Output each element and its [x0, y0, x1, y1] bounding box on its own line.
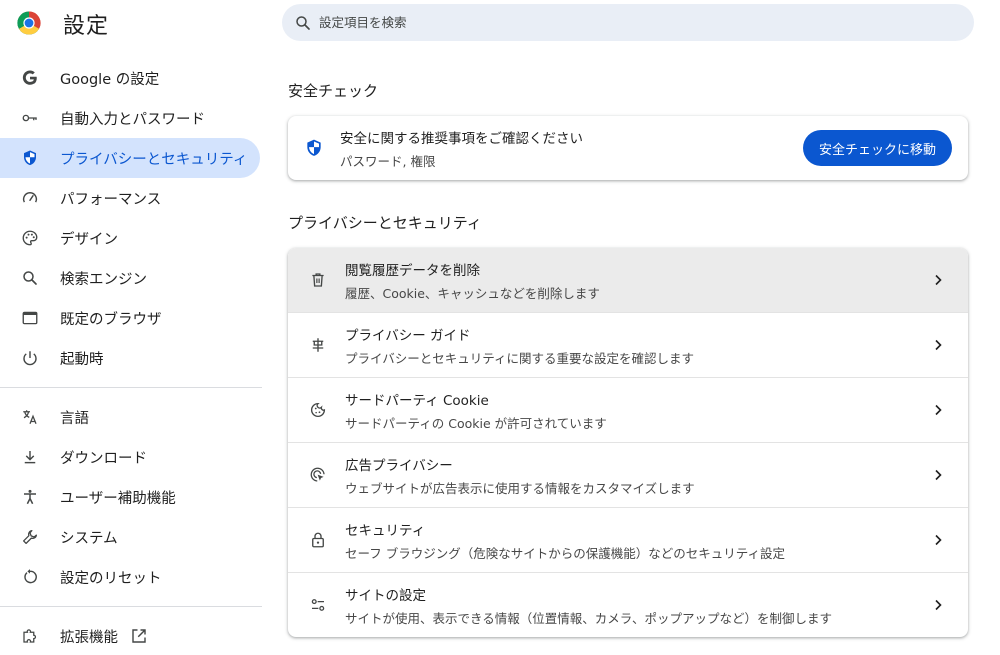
sidebar-divider — [0, 387, 262, 388]
third-party-cookies-row[interactable]: サードパーティ Cookie サードパーティの Cookie が許可されています — [288, 377, 968, 442]
privacy-card: 閲覧履歴データを削除 履歴、Cookie、キャッシュなどを削除します プライバシ… — [288, 248, 968, 637]
site-settings-row[interactable]: サイトの設定 サイトが使用、表示できる情報（位置情報、カメラ、ポップアップなど）… — [288, 572, 968, 637]
key-icon — [20, 108, 40, 128]
power-icon — [20, 348, 40, 368]
sidebar-item-label: 言語 — [60, 410, 89, 427]
site-settings-icon — [308, 595, 328, 615]
row-primary-text: 広告プライバシー — [345, 457, 453, 474]
lock-icon — [308, 530, 328, 550]
sidebar-item-label: プライバシーとセキュリティ — [60, 151, 248, 168]
row-secondary-text: プライバシーとセキュリティに関する重要な設定を確認します — [345, 350, 695, 366]
row-primary-text: セキュリティ — [345, 522, 426, 539]
chevron-right-icon — [928, 270, 948, 290]
trash-icon — [308, 270, 328, 290]
page-title: 設定 — [63, 14, 110, 39]
sidebar-item-label: Google の設定 — [60, 71, 160, 88]
row-primary-text: サードパーティ Cookie — [345, 392, 489, 409]
row-secondary-text: セーフ ブラウジング（危険なサイトからの保護機能）などのセキュリティ設定 — [345, 545, 785, 561]
sidebar-item-search-engine[interactable]: 検索エンジン — [0, 258, 260, 298]
translate-icon — [20, 407, 40, 427]
wrench-icon — [20, 527, 40, 547]
row-secondary-text: ウェブサイトが広告表示に使用する情報をカスタマイズします — [345, 480, 695, 496]
cookie-icon — [308, 400, 328, 420]
sidebar-item-performance[interactable]: パフォーマンス — [0, 178, 260, 218]
search-input[interactable] — [319, 15, 919, 30]
sidebar-item-default-browser[interactable]: 既定のブラウザ — [0, 298, 260, 338]
chevron-right-icon — [928, 335, 948, 355]
search-icon — [20, 268, 40, 288]
row-primary-text: プライバシー ガイド — [345, 327, 471, 344]
chevron-right-icon — [928, 595, 948, 615]
sidebar-item-label: ダウンロード — [60, 450, 147, 467]
chevron-right-icon — [928, 530, 948, 550]
sidebar-item-label: パフォーマンス — [60, 191, 162, 208]
palette-icon — [20, 228, 40, 248]
privacy-section-title: プライバシーとセキュリティ — [288, 214, 482, 232]
row-secondary-text: 履歴、Cookie、キャッシュなどを削除します — [345, 285, 600, 301]
puzzle-icon — [20, 626, 40, 646]
chrome-logo-icon — [17, 11, 41, 35]
sidebar-item-label: デザイン — [60, 231, 118, 248]
download-icon — [20, 447, 40, 467]
search-bar[interactable] — [282, 4, 974, 41]
sidebar-item-reset[interactable]: 設定のリセット — [0, 557, 260, 597]
accessibility-icon — [20, 487, 40, 507]
ad-privacy-row[interactable]: 広告プライバシー ウェブサイトが広告表示に使用する情報をカスタマイズします — [288, 442, 968, 507]
safety-check-card: 安全に関する推奨事項をご確認ください パスワード, 権限 安全チェックに移動 — [288, 116, 968, 180]
chevron-right-icon — [928, 465, 948, 485]
sidebar-item-accessibility[interactable]: ユーザー補助機能 — [0, 477, 260, 517]
row-primary-text: 閲覧履歴データを削除 — [345, 262, 480, 279]
sidebar-item-label: システム — [60, 530, 118, 547]
safety-check-section-title: 安全チェック — [288, 82, 379, 100]
sidebar-item-label: 既定のブラウザ — [60, 311, 162, 328]
speedometer-icon — [20, 188, 40, 208]
sidebar: Google の設定 自動入力とパスワード プライバシーとセキュリティ パフォー… — [0, 58, 262, 655]
browser-window-icon — [20, 308, 40, 328]
ad-privacy-icon — [308, 465, 328, 485]
chevron-right-icon — [928, 400, 948, 420]
safety-check-primary-text: 安全に関する推奨事項をご確認ください — [340, 130, 583, 147]
shield-icon — [20, 148, 40, 168]
sidebar-item-extensions[interactable]: 拡張機能 — [0, 616, 260, 655]
sidebar-item-appearance[interactable]: デザイン — [0, 218, 260, 258]
sidebar-item-google[interactable]: Google の設定 — [0, 58, 260, 98]
sidebar-item-privacy[interactable]: プライバシーとセキュリティ — [0, 138, 260, 178]
sidebar-item-label: 起動時 — [60, 351, 104, 368]
sidebar-item-system[interactable]: システム — [0, 517, 260, 557]
google-icon — [20, 68, 40, 88]
sidebar-item-label: ユーザー補助機能 — [60, 490, 176, 507]
sidebar-item-label: 検索エンジン — [60, 271, 147, 288]
security-row[interactable]: セキュリティ セーフ ブラウジング（危険なサイトからの保護機能）などのセキュリテ… — [288, 507, 968, 572]
shield-icon — [307, 139, 321, 156]
sidebar-item-on-startup[interactable]: 起動時 — [0, 338, 260, 378]
sidebar-item-languages[interactable]: 言語 — [0, 397, 260, 437]
row-secondary-text: サードパーティの Cookie が許可されています — [345, 415, 607, 431]
go-to-safety-check-button[interactable]: 安全チェックに移動 — [802, 130, 952, 166]
privacy-guide-row[interactable]: プライバシー ガイド プライバシーとセキュリティに関する重要な設定を確認します — [288, 312, 968, 377]
sidebar-item-label: 設定のリセット — [60, 570, 162, 587]
sidebar-item-label: 拡張機能 — [60, 629, 118, 646]
row-secondary-text: サイトが使用、表示できる情報（位置情報、カメラ、ポップアップなど）を制御します — [345, 610, 833, 626]
reset-icon — [20, 567, 40, 587]
row-primary-text: サイトの設定 — [345, 587, 426, 604]
sidebar-divider — [0, 606, 262, 607]
sidebar-item-label: 自動入力とパスワード — [60, 111, 205, 128]
search-icon — [296, 15, 310, 30]
open-in-new-icon[interactable] — [130, 627, 148, 645]
privacy-guide-icon — [308, 335, 328, 355]
safety-check-secondary-text: パスワード, 権限 — [340, 153, 436, 169]
sidebar-item-autofill[interactable]: 自動入力とパスワード — [0, 98, 260, 138]
sidebar-item-downloads[interactable]: ダウンロード — [0, 437, 260, 477]
clear-browsing-data-row[interactable]: 閲覧履歴データを削除 履歴、Cookie、キャッシュなどを削除します — [288, 248, 968, 312]
